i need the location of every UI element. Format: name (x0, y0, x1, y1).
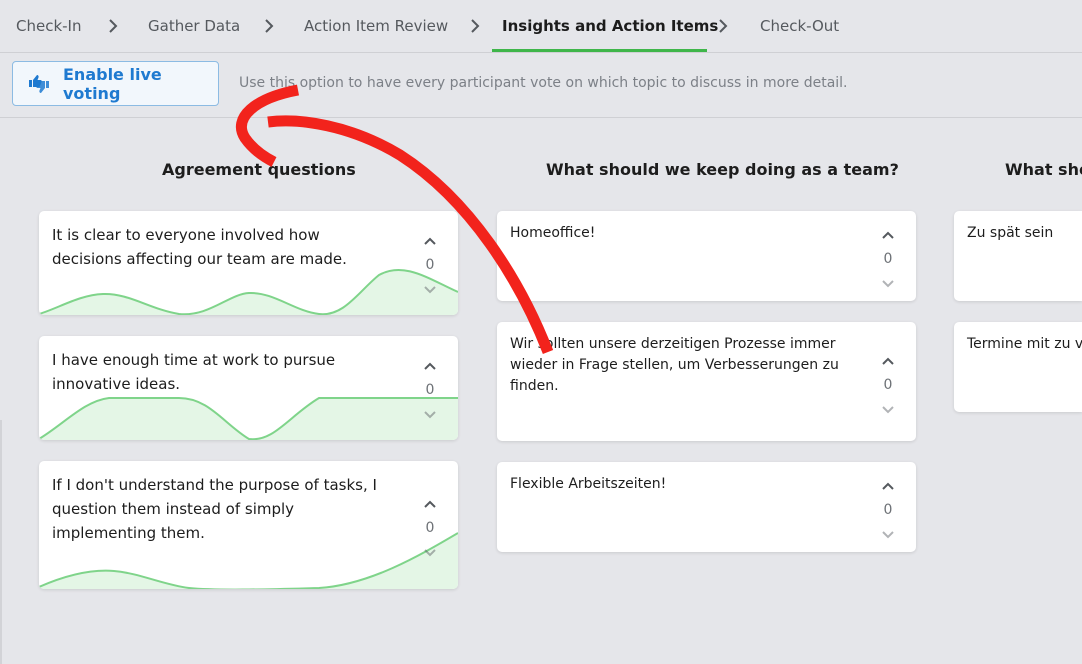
vote-control: 0 (878, 225, 898, 293)
card-text: If I don't understand the purpose of tas… (52, 476, 377, 542)
card-text: I have enough time at work to pursue inn… (52, 351, 336, 393)
vote-count: 0 (883, 377, 893, 393)
vote-down-button[interactable] (420, 280, 440, 299)
chevron-right-icon (106, 17, 120, 35)
agreement-card: If I don't understand the purpose of tas… (39, 461, 458, 589)
vote-count: 0 (425, 257, 435, 273)
thumbs-up-down-icon (27, 74, 51, 94)
vote-down-button[interactable] (420, 405, 440, 424)
column-title-agreement-questions: Agreement questions (162, 160, 356, 179)
divider (0, 117, 1082, 118)
keep-doing-card: Flexible Arbeitszeiten! 0 (497, 462, 916, 552)
keep-doing-card: Wir sollten unsere derzeitigen Prozesse … (497, 322, 916, 441)
vote-count: 0 (425, 382, 435, 398)
card-text: Termine mit zu vi (967, 336, 1082, 352)
agreement-card: It is clear to everyone involved how dec… (39, 211, 458, 315)
active-step-indicator (492, 49, 707, 52)
card-text: Homeoffice! (510, 225, 596, 241)
vote-up-button[interactable] (420, 231, 440, 250)
step-check-in[interactable]: Check-In (16, 17, 82, 35)
vote-count: 0 (883, 251, 893, 267)
step-gather-data[interactable]: Gather Data (148, 17, 240, 35)
step-insights-and-action-items[interactable]: Insights and Action Items (502, 17, 718, 35)
enable-live-voting-label: Enable live voting (63, 64, 162, 103)
card-text: It is clear to everyone involved how dec… (52, 226, 347, 268)
step-navigation: Check-In Gather Data Action Item Review … (0, 0, 1082, 53)
card-text: Flexible Arbeitszeiten! (510, 476, 667, 492)
vote-control: 0 (878, 351, 898, 419)
step-action-item-review[interactable]: Action Item Review (304, 17, 448, 35)
third-column-card: Termine mit zu vi (954, 322, 1082, 412)
keep-doing-card: Homeoffice! 0 (497, 211, 916, 301)
vote-up-button[interactable] (420, 494, 440, 513)
vote-count: 0 (883, 502, 893, 518)
vote-control: 0 (420, 231, 440, 299)
third-column-card: Zu spät sein (954, 211, 1082, 301)
column-title-third: What sho (1005, 160, 1082, 179)
agreement-card: I have enough time at work to pursue inn… (39, 336, 458, 440)
chevron-right-icon (716, 17, 730, 35)
step-check-out[interactable]: Check-Out (760, 17, 839, 35)
chevron-right-icon (262, 17, 276, 35)
vote-down-button[interactable] (878, 400, 898, 419)
vote-control: 0 (420, 494, 440, 562)
card-text: Zu spät sein (967, 225, 1054, 241)
vote-control: 0 (878, 476, 898, 544)
enable-live-voting-button[interactable]: Enable live voting (12, 61, 219, 106)
vote-up-button[interactable] (420, 356, 440, 375)
vote-count: 0 (425, 520, 435, 536)
vote-up-button[interactable] (878, 351, 898, 370)
vote-down-button[interactable] (420, 543, 440, 562)
vote-down-button[interactable] (878, 525, 898, 544)
panel-edge (0, 420, 2, 664)
voting-hint-text: Use this option to have every participan… (239, 75, 848, 91)
vote-up-button[interactable] (878, 476, 898, 495)
column-title-keep-doing: What should we keep doing as a team? (546, 160, 899, 179)
card-text: Wir sollten unsere derzeitigen Prozesse … (510, 336, 839, 394)
vote-down-button[interactable] (878, 274, 898, 293)
vote-up-button[interactable] (878, 225, 898, 244)
vote-control: 0 (420, 356, 440, 424)
chevron-right-icon (468, 17, 482, 35)
